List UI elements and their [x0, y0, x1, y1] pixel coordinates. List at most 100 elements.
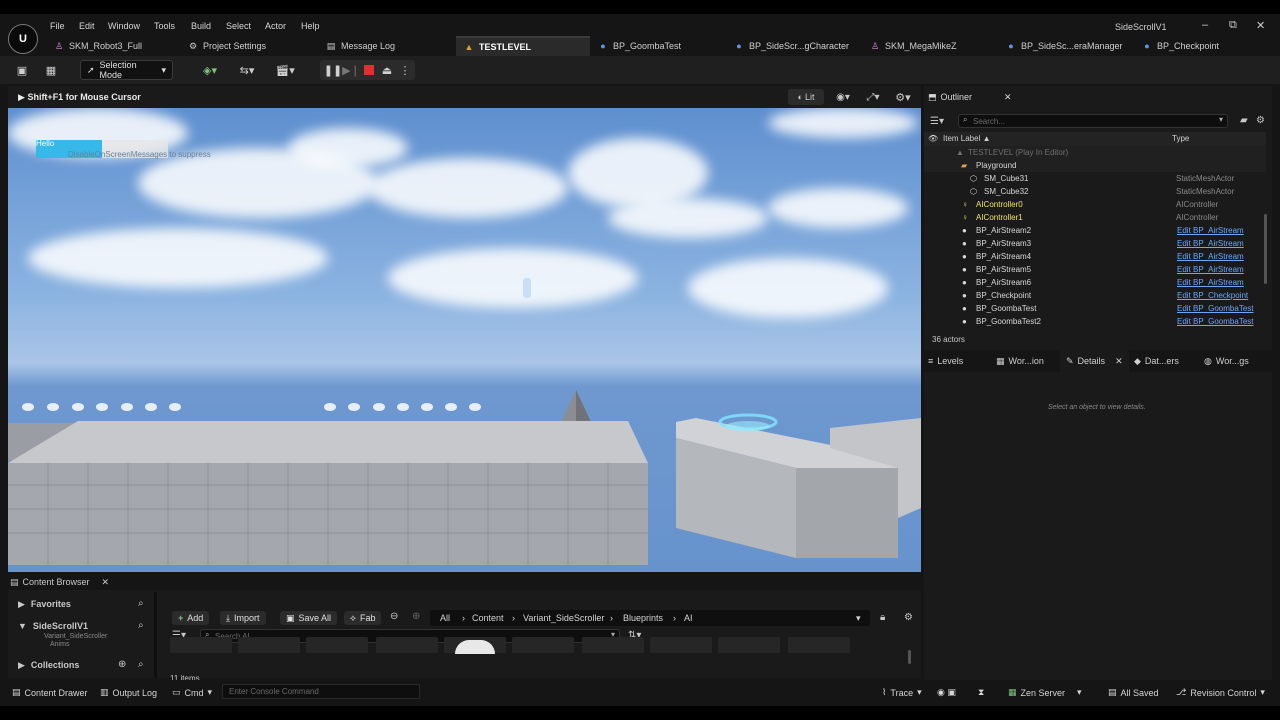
close-tab-icon[interactable]: ✕	[102, 577, 110, 588]
selection-mode-dropdown[interactable]: ➚ Selection Mode ▾	[80, 60, 173, 80]
menu-tools[interactable]: Tools	[154, 21, 175, 31]
step-icon[interactable]: ▶❘	[342, 60, 360, 80]
tab-bp-sidescroller-character[interactable]: ● BP_SideScr...gCharacter	[734, 36, 849, 56]
blueprint-menu-icon[interactable]: ⇆▾	[234, 60, 260, 80]
search-icon[interactable]: ⌕	[138, 659, 144, 670]
asset-thumbnail[interactable]	[582, 637, 644, 653]
tree-item-anims[interactable]: Anims	[50, 641, 69, 648]
edit-blueprint-link[interactable]: Edit BP_AirStream	[1177, 226, 1244, 235]
viewport-settings-icon[interactable]: ⚙▾	[890, 89, 916, 105]
forward-icon[interactable]: ⊕	[412, 611, 420, 622]
content-icon[interactable]: ▦	[42, 60, 60, 80]
menu-build[interactable]: Build	[191, 21, 211, 31]
outliner-row-aicontroller0[interactable]: ♀ AIController0 AIController	[924, 198, 1266, 211]
edit-blueprint-link[interactable]: Edit BP_AirStream	[1177, 265, 1244, 274]
console-command-input[interactable]: Enter Console Command	[222, 684, 420, 699]
minimize-icon[interactable]: –	[1202, 19, 1208, 31]
edit-blueprint-link[interactable]: Edit BP_AirStream	[1177, 278, 1244, 287]
outliner-row-bp-airstream2[interactable]: ● BP_AirStream2 Edit BP_AirStream	[924, 224, 1266, 237]
menu-edit[interactable]: Edit	[79, 21, 95, 31]
tree-item-variant[interactable]: Variant_SideScroller	[44, 633, 107, 640]
save-all-button[interactable]: ▣ Save All	[280, 611, 338, 625]
menu-actor[interactable]: Actor	[265, 21, 286, 31]
close-tab-icon[interactable]: ✕	[1115, 356, 1123, 367]
outliner-row-sm-cube32[interactable]: ⬡ SM_Cube32 StaticMeshActor	[924, 185, 1266, 198]
asset-thumbnail[interactable]	[170, 637, 232, 653]
back-icon[interactable]: ⊖	[390, 611, 398, 622]
tab-bp-camera-manager[interactable]: ● BP_SideSc...eraManager	[1006, 36, 1122, 56]
chevron-down-icon[interactable]: ▾	[856, 613, 861, 624]
add-actor-icon[interactable]: ◈▾	[198, 60, 222, 80]
eject-icon[interactable]: ⏏	[380, 60, 394, 80]
save-icon[interactable]: ▣	[14, 60, 30, 80]
record-icons[interactable]: ◉ ▣	[937, 687, 956, 698]
edit-blueprint-link[interactable]: Edit BP_GoombaTest	[1177, 304, 1253, 313]
content-browser-splitter[interactable]	[154, 592, 157, 678]
filter-icon[interactable]: ☰▾	[930, 116, 944, 127]
content-scrollbar[interactable]	[908, 650, 911, 664]
menu-window[interactable]: Window	[108, 21, 140, 31]
lit-dropdown[interactable]: ◐ Lit	[788, 89, 824, 105]
asset-thumbnail[interactable]	[512, 637, 574, 653]
outliner-row-bp-airstream5[interactable]: ● BP_AirStream5 Edit BP_AirStream	[924, 263, 1266, 276]
edit-blueprint-link[interactable]: Edit BP_AirStream	[1177, 239, 1244, 248]
menu-help[interactable]: Help	[301, 21, 320, 31]
hourglass-icon[interactable]: ⧗	[978, 687, 984, 698]
content-drawer-button[interactable]: ▤ Content Drawer	[12, 687, 88, 698]
tab-message-log[interactable]: ▤ Message Log	[326, 36, 395, 56]
asset-thumbnail[interactable]	[788, 637, 850, 653]
add-button[interactable]: + Add	[172, 611, 210, 625]
edit-blueprint-link[interactable]: Edit BP_GoombaTest	[1177, 317, 1253, 326]
breadcrumb-ai[interactable]: AI	[684, 613, 693, 623]
project-section[interactable]: ▼ SideScrollV1	[18, 621, 88, 631]
cmd-dropdown[interactable]: ▭ Cmd ▾	[172, 687, 212, 698]
stop-icon[interactable]	[362, 60, 376, 80]
asset-thumbnail[interactable]	[650, 637, 712, 653]
col-item-label[interactable]: Item Label ▲	[943, 134, 991, 143]
revision-control-dropdown[interactable]: ⎇ Revision Control ▾	[1176, 687, 1265, 698]
asset-thumbnail[interactable]	[718, 637, 780, 653]
outliner-row-playground[interactable]: ▰ Playground	[924, 159, 1266, 172]
add-collection-icon[interactable]: ⊕	[118, 659, 126, 670]
import-button[interactable]: ⤓ Import	[220, 611, 266, 625]
trace-dropdown[interactable]: ⌇ Trace ▾	[882, 687, 922, 698]
tab-data-layers[interactable]: ◆ Dat...ers	[1134, 350, 1179, 372]
outliner-search-input[interactable]: ⌕ Search... ▾	[958, 114, 1228, 128]
tab-bp-checkpoint[interactable]: ● BP_Checkpoint	[1142, 36, 1219, 56]
asset-thumbnail[interactable]	[238, 637, 300, 653]
cinematics-icon[interactable]: 🎬︎▾	[272, 60, 298, 80]
close-window-icon[interactable]: ✕	[1256, 19, 1265, 32]
tab-world-settings[interactable]: ◍ Wor...gs	[1204, 350, 1249, 372]
collections-section[interactable]: ▶ Collections	[18, 660, 79, 671]
tab-details[interactable]: ✎ Details ✕	[1060, 350, 1129, 372]
unreal-logo-icon[interactable]: U	[8, 24, 38, 54]
menu-select[interactable]: Select	[226, 21, 251, 31]
menu-file[interactable]: File	[50, 21, 65, 31]
tab-project-settings[interactable]: ⚙ Project Settings	[188, 36, 266, 56]
search-icon[interactable]: ⌕	[138, 620, 144, 631]
outliner-row-testlevel[interactable]: ▲ TESTLEVEL (Play In Editor)	[924, 146, 1266, 159]
tab-skm-megamikez[interactable]: ♙ SKM_MegaMikeZ	[870, 36, 957, 56]
close-tab-icon[interactable]: ✕	[1004, 92, 1012, 103]
pause-icon[interactable]: ❚❚	[324, 60, 342, 80]
tab-world-partition[interactable]: ▦ Wor...ion	[996, 350, 1044, 372]
content-browser-tab[interactable]: ▤ Content Browser ✕	[10, 577, 109, 588]
maximize-icon[interactable]: ⧉	[1229, 19, 1237, 32]
edit-blueprint-link[interactable]: Edit BP_Checkpoint	[1177, 291, 1248, 300]
asset-thumbnail[interactable]	[444, 637, 506, 654]
breadcrumb-all[interactable]: All	[440, 613, 450, 623]
visibility-icon[interactable]: 👁︎	[928, 134, 938, 143]
outliner-row-bp-goombatest2[interactable]: ● BP_GoombaTest2 Edit BP_GoombaTest	[924, 315, 1266, 328]
lock-icon[interactable]: 🔒︎	[880, 612, 885, 623]
zen-server-dropdown[interactable]: ▦ Zen Server ▾	[1008, 687, 1082, 698]
edit-blueprint-link[interactable]: Edit BP_AirStream	[1177, 252, 1244, 261]
outliner-row-sm-cube31[interactable]: ⬡ SM_Cube31 StaticMeshActor	[924, 172, 1266, 185]
realtime-icon[interactable]: ⤢▾	[860, 89, 886, 105]
tab-bp-goombatest[interactable]: ● BP_GoombaTest	[598, 36, 681, 56]
more-options-icon[interactable]: ⋮	[400, 60, 411, 80]
outliner-row-bp-checkpoint[interactable]: ● BP_Checkpoint Edit BP_Checkpoint	[924, 289, 1266, 302]
favorites-section[interactable]: ▶ Favorites	[18, 599, 71, 610]
outliner-row-bp-airstream3[interactable]: ● BP_AirStream3 Edit BP_AirStream	[924, 237, 1266, 250]
outliner-scrollbar[interactable]	[1264, 214, 1267, 284]
level-viewport[interactable]: Hello Disable​OnScreenMessages to suppre…	[8, 108, 921, 572]
